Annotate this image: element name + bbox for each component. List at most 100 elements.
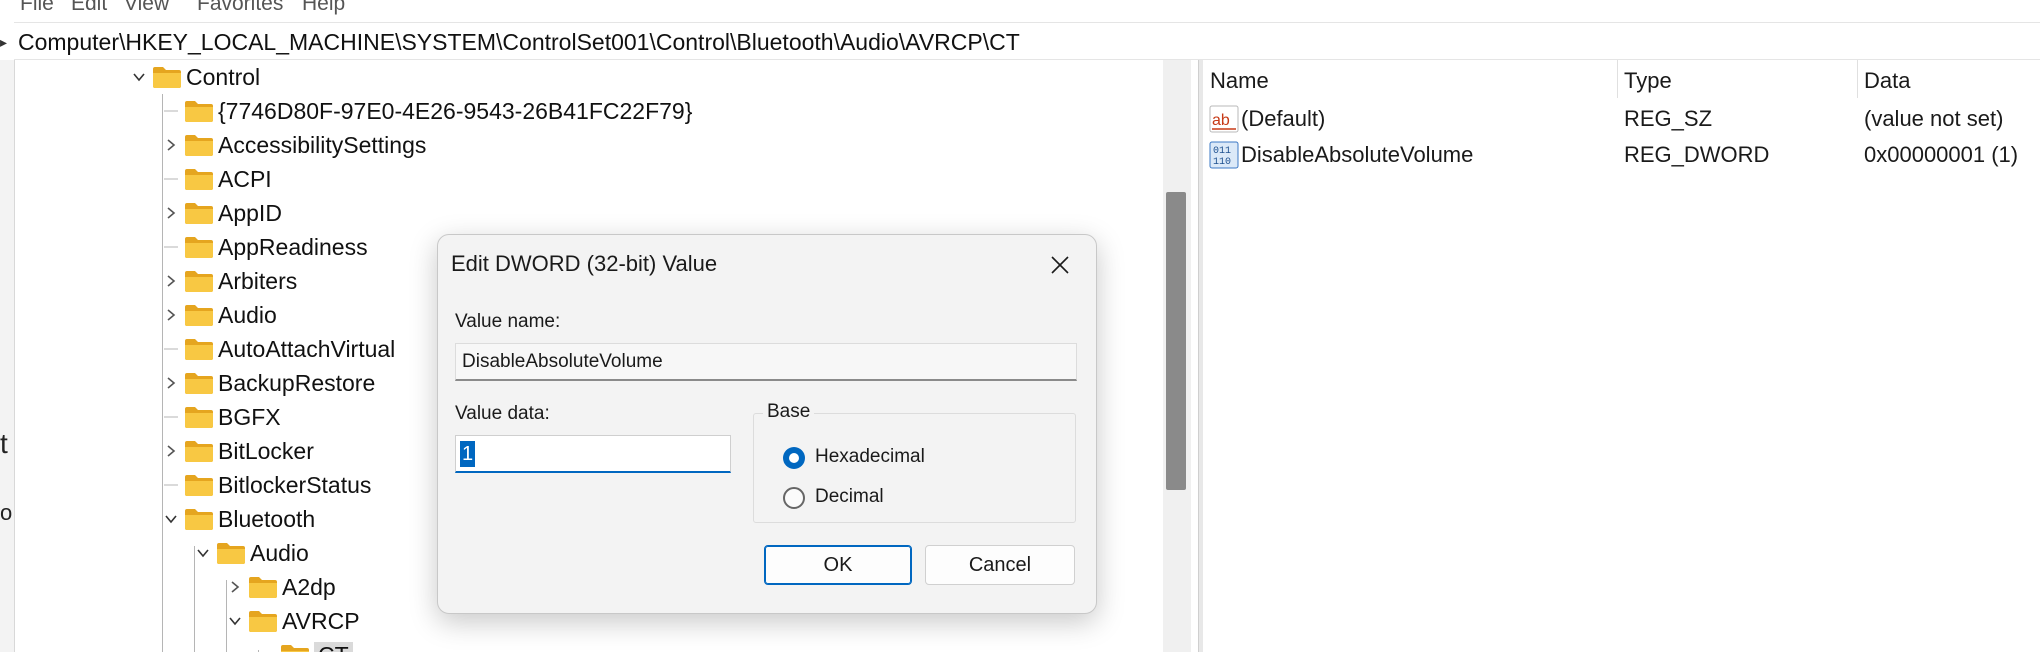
tree-connector bbox=[160, 338, 182, 360]
folder-icon bbox=[249, 577, 277, 598]
svg-text:110: 110 bbox=[1213, 157, 1231, 168]
column-divider[interactable] bbox=[1857, 60, 1858, 98]
value-data: 0x00000001 (1) bbox=[1864, 142, 2019, 167]
tree-node[interactable]: BackupRestore bbox=[160, 366, 375, 400]
svg-text:ab: ab bbox=[1212, 112, 1230, 129]
chevron-right-icon[interactable] bbox=[160, 440, 182, 462]
chevron-right-icon[interactable] bbox=[224, 576, 246, 598]
tree-node[interactable]: Bluetooth bbox=[160, 502, 315, 536]
hexadecimal-radio[interactable] bbox=[783, 447, 805, 469]
tree-node-label: Audio bbox=[250, 539, 309, 566]
tree-node[interactable]: BitlockerStatus bbox=[160, 468, 371, 502]
address-bar[interactable]: Computer\HKEY_LOCAL_MACHINE\SYSTEM\Contr… bbox=[14, 22, 2040, 60]
folder-icon bbox=[185, 441, 213, 462]
chevron-down-icon[interactable] bbox=[160, 508, 182, 530]
left-pane-stub: t o bbox=[0, 60, 15, 652]
column-header-data[interactable]: Data bbox=[1864, 68, 1910, 94]
dialog-title: Edit DWORD (32-bit) Value bbox=[451, 251, 718, 276]
value-data-text[interactable]: 1 bbox=[460, 441, 476, 467]
tree-node[interactable]: Audio bbox=[192, 536, 309, 570]
tree-node[interactable]: BitLocker bbox=[160, 434, 314, 468]
tree-node[interactable]: Control bbox=[128, 60, 260, 94]
folder-icon bbox=[185, 339, 213, 360]
tree-node-label: ACPI bbox=[218, 165, 272, 192]
tree-node-label: BitLocker bbox=[218, 437, 314, 464]
folder-icon bbox=[185, 101, 213, 122]
tree-node[interactable]: ACPI bbox=[160, 162, 272, 196]
tree-node[interactable]: Arbiters bbox=[160, 264, 297, 298]
address-path[interactable]: Computer\HKEY_LOCAL_MACHINE\SYSTEM\Contr… bbox=[18, 29, 1020, 56]
tree-node[interactable]: AVRCP bbox=[224, 604, 360, 638]
tree-node-label: Bluetooth bbox=[218, 505, 316, 532]
tree-connector bbox=[160, 406, 182, 428]
chevron-right-icon[interactable] bbox=[160, 304, 182, 326]
svg-text:011: 011 bbox=[1213, 146, 1231, 157]
value-name-label: Value name: bbox=[455, 311, 561, 332]
tree-connector bbox=[160, 236, 182, 258]
menu-help[interactable]: Help bbox=[302, 0, 345, 16]
menu-favorites[interactable]: Favorites bbox=[197, 0, 283, 16]
value-type: REG_SZ bbox=[1624, 106, 1713, 131]
value-name: DisableAbsoluteVolume bbox=[1241, 142, 1474, 167]
tree-node-label: BackupRestore bbox=[218, 369, 376, 396]
chevron-right-icon[interactable] bbox=[160, 202, 182, 224]
tree-connector bbox=[160, 474, 182, 496]
folder-icon bbox=[281, 645, 309, 652]
tree-node-label: BGFX bbox=[218, 403, 281, 430]
value-type: REG_DWORD bbox=[1624, 142, 1770, 167]
cancel-button[interactable]: Cancel bbox=[925, 545, 1075, 585]
column-header-type[interactable]: Type bbox=[1624, 68, 1672, 94]
folder-icon bbox=[185, 135, 213, 156]
folder-icon bbox=[185, 509, 213, 530]
tree-connector bbox=[160, 168, 182, 190]
folder-icon bbox=[185, 271, 213, 292]
tree-node[interactable]: CT bbox=[256, 638, 353, 652]
edit-dword-dialog: Edit DWORD (32-bit) Value Value name: Di… bbox=[437, 234, 1097, 614]
tree-connector bbox=[160, 100, 182, 122]
tree-node-label: CT bbox=[314, 641, 353, 652]
chevron-right-icon[interactable] bbox=[160, 270, 182, 292]
menu-file[interactable]: File bbox=[20, 0, 54, 16]
folder-icon bbox=[185, 305, 213, 326]
tree-node[interactable]: Audio bbox=[160, 298, 277, 332]
string-value-icon: ab bbox=[1209, 105, 1239, 133]
tree-node[interactable]: A2dp bbox=[224, 570, 336, 604]
value-row[interactable]: 011 110 DisableAbsoluteVolume REG_DWORD … bbox=[1203, 138, 2040, 172]
tree-connector bbox=[256, 644, 278, 652]
value-row[interactable]: ab (Default) REG_SZ (value not set) bbox=[1203, 102, 2040, 136]
dialog-close-button[interactable] bbox=[1038, 245, 1082, 285]
tree-node-label: AVRCP bbox=[282, 607, 360, 634]
ok-button[interactable]: OK bbox=[764, 545, 912, 585]
folder-icon bbox=[217, 543, 245, 564]
menu-view[interactable]: View bbox=[124, 0, 169, 16]
value-name-field: DisableAbsoluteVolume bbox=[455, 343, 1077, 381]
cropped-text-fragment: t bbox=[0, 428, 8, 459]
chevron-right-icon[interactable] bbox=[160, 372, 182, 394]
tree-node[interactable]: BGFX bbox=[160, 400, 281, 434]
hexadecimal-label[interactable]: Hexadecimal bbox=[815, 446, 925, 468]
tree-node[interactable]: AppReadiness bbox=[160, 230, 368, 264]
column-divider[interactable] bbox=[1617, 60, 1618, 98]
values-list[interactable]: Name Type Data ab (Default) REG_SZ (valu… bbox=[1203, 60, 2040, 652]
scrollbar-thumb[interactable] bbox=[1166, 192, 1186, 490]
tree-node-label: {7746D80F-97E0-4E26-9543-26B41FC22F79} bbox=[218, 97, 693, 124]
address-arrow-icon: ▸ bbox=[0, 34, 8, 50]
folder-icon bbox=[249, 611, 277, 632]
chevron-down-icon[interactable] bbox=[224, 610, 246, 632]
tree-node[interactable]: AppID bbox=[160, 196, 282, 230]
close-icon bbox=[1051, 256, 1069, 274]
folder-icon bbox=[153, 67, 181, 88]
menu-edit[interactable]: Edit bbox=[71, 0, 107, 16]
chevron-right-icon[interactable] bbox=[160, 134, 182, 156]
decimal-radio[interactable] bbox=[783, 487, 805, 509]
chevron-down-icon[interactable] bbox=[192, 542, 214, 564]
value-data-input[interactable]: 1 bbox=[455, 435, 731, 473]
column-header-name[interactable]: Name bbox=[1210, 68, 1269, 94]
tree-node[interactable]: {7746D80F-97E0-4E26-9543-26B41FC22F79} bbox=[160, 94, 692, 128]
chevron-down-icon[interactable] bbox=[128, 66, 150, 88]
tree-node-label: AccessibilitySettings bbox=[218, 131, 427, 158]
tree-node[interactable]: AccessibilitySettings bbox=[160, 128, 426, 162]
tree-scrollbar[interactable] bbox=[1163, 60, 1191, 652]
tree-node[interactable]: AutoAttachVirtual bbox=[160, 332, 395, 366]
decimal-label[interactable]: Decimal bbox=[815, 486, 884, 508]
